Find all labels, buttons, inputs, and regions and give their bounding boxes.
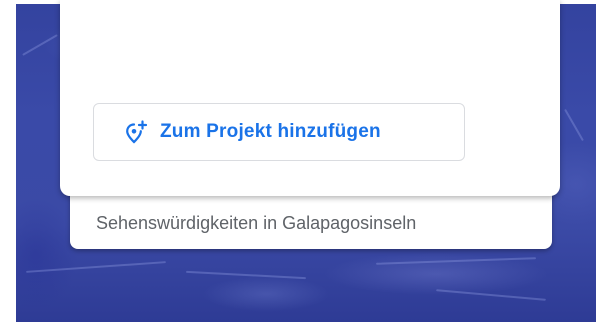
caption-text: Sehenswürdigkeiten in Galapagosinseln — [96, 213, 417, 233]
map-terrain-detail — [564, 108, 584, 142]
map-terrain-detail — [186, 270, 306, 280]
map-terrain-detail — [22, 34, 58, 56]
add-to-project-button[interactable]: Zum Projekt hinzufügen — [93, 103, 465, 161]
add-to-project-label: Zum Projekt hinzufügen — [160, 121, 381, 142]
map-terrain-detail — [436, 289, 546, 301]
place-info-card: Zum Projekt hinzufügen — [60, 0, 560, 196]
add-location-icon — [123, 119, 149, 145]
map-terrain-detail — [26, 261, 166, 273]
map-terrain-detail — [376, 257, 536, 265]
